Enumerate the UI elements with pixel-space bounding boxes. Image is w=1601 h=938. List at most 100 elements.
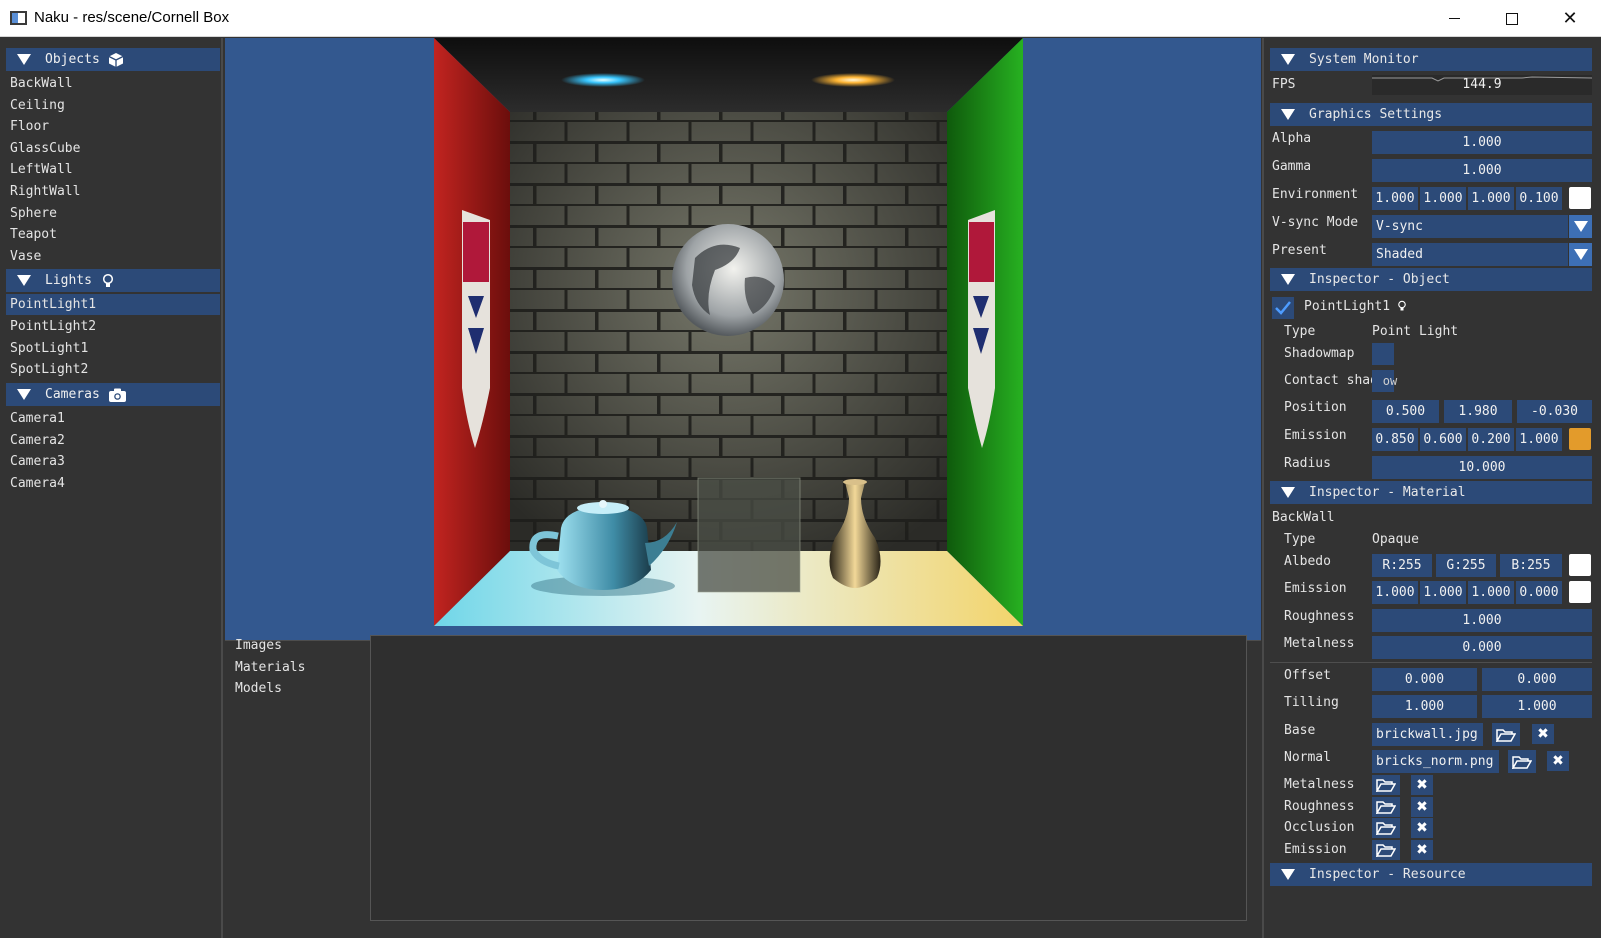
albedo-r-field[interactable]: R:255 [1372,554,1432,577]
system-monitor-header-label: System Monitor [1309,52,1419,67]
position-y-field[interactable]: 1.980 [1444,400,1512,423]
list-item-camera1[interactable]: Camera1 [6,408,220,429]
maximize-button[interactable] [1483,0,1541,37]
list-item-camera2[interactable]: Camera2 [6,430,220,451]
list-item-camera3[interactable]: Camera3 [6,451,220,472]
emission-b-field[interactable]: 0.200 [1468,428,1514,451]
base-map-file[interactable]: brickwall.jpg [1372,723,1483,746]
emission-r-field[interactable]: 0.850 [1372,428,1418,451]
environment-g-field[interactable]: 1.000 [1420,187,1466,210]
inspector-material-header[interactable]: Inspector - Material [1270,481,1592,504]
shadowmap-checkbox[interactable] [1372,343,1394,365]
albedo-g-field[interactable]: G:255 [1436,554,1496,577]
offset-u-field[interactable]: 0.000 [1372,668,1477,691]
radius-field[interactable]: 10.000 [1372,456,1592,479]
emission-color-swatch[interactable] [1569,428,1591,450]
emission-a-field[interactable]: 1.000 [1516,428,1562,451]
inspector-object-header-label: Inspector - Object [1309,272,1450,287]
emission-map-open-button[interactable] [1372,840,1400,860]
roughness-map-label: Roughness [1284,799,1355,814]
list-item-glasscube[interactable]: GlassCube [6,138,220,159]
normal-map-file[interactable]: bricks_norm.png [1372,750,1499,773]
environment-r-field[interactable]: 1.000 [1372,187,1418,210]
list-item-sphere[interactable]: Sphere [6,203,220,224]
position-z-field[interactable]: -0.030 [1517,400,1592,423]
environment-a-field[interactable]: 0.100 [1516,187,1562,210]
inspector-resource-header[interactable]: Inspector - Resource [1270,863,1592,886]
radius-label: Radius [1284,456,1331,471]
base-map-clear-button[interactable]: ✖ [1532,724,1554,744]
list-item-floor[interactable]: Floor [6,116,220,137]
albedo-b-field[interactable]: B:255 [1500,554,1562,577]
lights-header[interactable]: Lights [6,269,220,292]
list-item-teapot[interactable]: Teapot [6,224,220,245]
objects-header-label: Objects [45,52,100,67]
list-item-pointlight1[interactable]: PointLight1 [6,294,220,315]
list-item-spotlight1[interactable]: SpotLight1 [6,338,220,359]
collapse-triangle-icon [1281,869,1295,880]
list-item-pointlight2[interactable]: PointLight2 [6,316,220,337]
normal-map-clear-button[interactable]: ✖ [1547,751,1569,771]
graphics-settings-header[interactable]: Graphics Settings [1270,103,1592,126]
cameras-header[interactable]: Cameras [6,383,220,406]
inspector-object-header[interactable]: Inspector - Object [1270,268,1592,291]
environment-color-swatch[interactable] [1569,187,1591,209]
emission-map-clear-button[interactable]: ✖ [1411,840,1433,860]
environment-b-field[interactable]: 1.000 [1468,187,1514,210]
cube-icon [108,52,124,67]
tilling-u-field[interactable]: 1.000 [1372,695,1477,718]
offset-v-field[interactable]: 0.000 [1482,668,1592,691]
normal-map-open-button[interactable] [1508,750,1536,773]
list-item-camera4[interactable]: Camera4 [6,473,220,494]
occlusion-map-open-button[interactable] [1372,818,1400,838]
list-item-rightwall[interactable]: RightWall [6,181,220,202]
object-enabled-checkbox[interactable] [1272,297,1294,319]
resource-item-images[interactable]: Images [235,635,282,656]
resource-item-materials[interactable]: Materials [235,657,305,678]
resource-preview-area[interactable] [370,635,1247,921]
occlusion-map-label: Occlusion [1284,820,1355,835]
occlusion-map-clear-button[interactable]: ✖ [1411,818,1433,838]
system-monitor-header[interactable]: System Monitor [1270,48,1592,71]
fps-value: 144.9 [1462,77,1502,92]
emission-g-field[interactable]: 0.600 [1420,428,1466,451]
resource-item-models[interactable]: Models [235,678,282,699]
roughness-map-open-button[interactable] [1372,797,1400,817]
folder-open-icon [1376,779,1396,792]
position-x-field[interactable]: 0.500 [1372,400,1439,423]
albedo-color-swatch[interactable] [1569,554,1591,576]
list-item-spotlight2[interactable]: SpotLight2 [6,359,220,380]
material-emission-a-field[interactable]: 0.000 [1516,581,1562,604]
cameras-header-label: Cameras [45,387,100,402]
list-item-backwall[interactable]: BackWall [6,73,220,94]
material-emission-b-field[interactable]: 1.000 [1468,581,1514,604]
vsync-select[interactable]: V-sync [1372,215,1568,238]
alpha-field[interactable]: 1.000 [1372,131,1592,154]
list-item-ceiling[interactable]: Ceiling [6,95,220,116]
metalness-map-clear-button[interactable]: ✖ [1411,775,1433,795]
material-emission-g-field[interactable]: 1.000 [1420,581,1466,604]
render-viewport[interactable] [225,38,1261,640]
material-emission-color-swatch[interactable] [1569,581,1591,603]
roughness-map-clear-button[interactable]: ✖ [1411,797,1433,817]
objects-header[interactable]: Objects [6,48,220,71]
contact-shadow-checkbox[interactable]: ow [1372,370,1397,392]
list-item-leftwall[interactable]: LeftWall [6,159,220,180]
material-name: BackWall [1272,510,1335,525]
metalness-map-open-button[interactable] [1372,775,1400,795]
close-button[interactable]: ✕ [1541,0,1599,37]
base-map-open-button[interactable] [1492,723,1520,746]
minimize-button[interactable] [1425,0,1483,37]
vsync-dropdown-button[interactable] [1569,215,1592,238]
present-dropdown-button[interactable] [1569,243,1592,266]
metalness-map-label: Metalness [1284,777,1355,792]
folder-open-icon [1496,728,1516,742]
tilling-v-field[interactable]: 1.000 [1482,695,1592,718]
material-emission-r-field[interactable]: 1.000 [1372,581,1418,604]
roughness-field[interactable]: 1.000 [1372,609,1592,632]
metalness-field[interactable]: 0.000 [1372,636,1592,659]
gamma-field[interactable]: 1.000 [1372,159,1592,182]
present-select[interactable]: Shaded [1372,243,1568,266]
material-divider [1270,662,1592,663]
list-item-vase[interactable]: Vase [6,246,220,267]
